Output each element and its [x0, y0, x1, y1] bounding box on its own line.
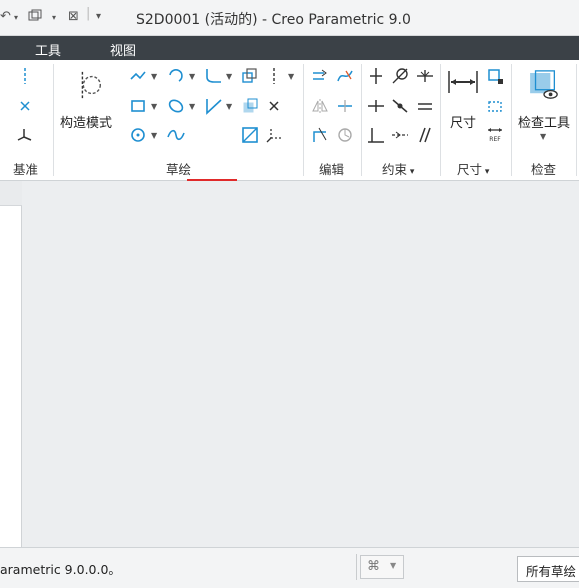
ribbon: 基准 构造模式 ▼ ▼ ▼ ▼ ▼ ▼ ▼ ▼ 草绘 编辑 约束 ▾ 尺寸 RE…	[0, 60, 579, 214]
group-label-constrain[interactable]: 约束 ▾	[382, 159, 414, 178]
window-dropdown-icon[interactable]: ▾	[52, 13, 56, 22]
dimension-tool-label: 尺寸	[450, 116, 477, 131]
chamfer-dropdown-icon[interactable]: ▼	[226, 102, 232, 111]
group-separator	[511, 64, 512, 176]
line-icon[interactable]	[128, 66, 148, 86]
delete-segment-icon[interactable]	[335, 66, 355, 86]
rotate-resize-icon[interactable]	[335, 125, 355, 145]
corner-icon[interactable]	[310, 125, 330, 145]
inspect-tools-label[interactable]: 检查工具	[518, 112, 570, 131]
group-label-dimension[interactable]: 尺寸 ▾	[457, 159, 489, 178]
arc-icon[interactable]	[166, 66, 186, 86]
group-separator	[361, 64, 362, 176]
fillet-icon[interactable]	[203, 66, 223, 86]
dimension-group-label: 尺寸	[457, 162, 483, 177]
group-separator	[440, 64, 441, 176]
horizontal-constraint-icon[interactable]	[366, 96, 386, 116]
find-dropdown-icon[interactable]: ▼	[390, 561, 396, 570]
arc-dropdown-icon[interactable]: ▼	[189, 72, 195, 81]
fillet-dropdown-icon[interactable]: ▼	[226, 72, 232, 81]
spline-icon[interactable]	[166, 125, 186, 145]
circle-dropdown-icon[interactable]: ▼	[151, 131, 157, 140]
status-bar: arametric 9.0.0.0。 ⌘ ▼ 所有草绘	[0, 547, 579, 588]
midpoint-constraint-icon[interactable]	[415, 66, 435, 86]
coordinate-system-icon[interactable]	[15, 125, 35, 145]
graphics-canvas[interactable]	[28, 181, 579, 547]
group-label-edit: 编辑	[319, 162, 345, 177]
rectangle-dropdown-icon[interactable]: ▼	[151, 102, 157, 111]
undo-dropdown-icon[interactable]: ▾	[14, 13, 18, 22]
datum-point-icon[interactable]	[15, 96, 35, 116]
find-button[interactable]: ⌘ ▼	[360, 555, 404, 579]
construction-mode-label: 构造模式	[60, 116, 113, 131]
menu-view[interactable]: 视图	[110, 40, 136, 59]
coincident-constraint-icon[interactable]	[390, 96, 410, 116]
mirror-icon[interactable]	[310, 96, 330, 116]
offset-icon[interactable]	[240, 66, 260, 86]
close-window-icon[interactable]: ⊠	[68, 9, 79, 24]
menu-tools[interactable]: 工具	[35, 40, 61, 59]
title-bar: ↶ ▾ ▾ ⊠ | ▾ S2D0001 (活动的) - Creo Paramet…	[0, 0, 579, 36]
status-divider	[356, 554, 357, 580]
chamfer-icon[interactable]	[203, 96, 223, 116]
construction-mode-icon[interactable]	[72, 68, 106, 102]
parallel-constraint-icon[interactable]	[415, 125, 435, 145]
tangent-constraint-icon[interactable]	[390, 66, 410, 86]
symmetric-constraint-icon[interactable]	[390, 125, 410, 145]
group-separator	[53, 64, 54, 176]
group-label-inspect: 检查	[531, 162, 557, 177]
project-icon[interactable]	[240, 96, 260, 116]
reference-dimension-label: REF	[489, 136, 501, 143]
model-tree-header	[0, 181, 22, 206]
baseline-icon[interactable]	[485, 96, 505, 116]
rectangle-icon[interactable]	[128, 96, 148, 116]
equal-constraint-icon[interactable]	[415, 96, 435, 116]
centerline-dropdown-icon[interactable]: ▼	[288, 72, 294, 81]
inspect-tools-dropdown-icon[interactable]: ▼	[540, 132, 546, 141]
constrain-label: 约束	[382, 162, 408, 177]
customize-toolbar-icon[interactable]: ▾	[96, 11, 101, 22]
circle-icon[interactable]	[128, 125, 148, 145]
palette-icon[interactable]	[240, 125, 260, 145]
vertical-constraint-icon[interactable]	[366, 66, 386, 86]
window-title: S2D0001 (活动的) - Creo Parametric 9.0	[136, 12, 411, 28]
menu-bar: 工具 视图	[0, 36, 579, 60]
group-label-sketch: 草绘	[166, 162, 192, 177]
status-message: arametric 9.0.0.0。	[0, 562, 121, 577]
modify-icon[interactable]	[310, 66, 330, 86]
ellipse-icon[interactable]	[166, 96, 186, 116]
perimeter-icon[interactable]	[485, 66, 505, 86]
coordinate-sketch-icon[interactable]	[264, 125, 284, 145]
window-icon[interactable]	[28, 9, 42, 27]
group-label-datum: 基准	[13, 162, 39, 177]
point-icon[interactable]	[264, 96, 284, 116]
centerline-sketch-icon[interactable]	[264, 66, 284, 86]
reference-dimension-icon[interactable]: REF	[485, 125, 505, 145]
undo-icon[interactable]: ↶	[0, 9, 11, 24]
selection-filter-select[interactable]: 所有草绘	[517, 556, 579, 582]
inspect-tools-icon[interactable]	[527, 68, 561, 102]
binoculars-icon: ⌘	[367, 559, 380, 574]
centerline-icon[interactable]	[15, 66, 35, 86]
model-tree-pane[interactable]	[0, 181, 22, 547]
divide-icon[interactable]	[335, 96, 355, 116]
dimension-icon[interactable]	[446, 68, 480, 96]
line-dropdown-icon[interactable]: ▼	[151, 72, 157, 81]
selection-filter-value: 所有草绘	[526, 564, 577, 579]
perpendicular-constraint-icon[interactable]	[366, 125, 386, 145]
group-separator	[303, 64, 304, 176]
group-separator	[576, 64, 577, 176]
toolbar-divider: |	[86, 6, 91, 21]
ellipse-dropdown-icon[interactable]: ▼	[189, 102, 195, 111]
